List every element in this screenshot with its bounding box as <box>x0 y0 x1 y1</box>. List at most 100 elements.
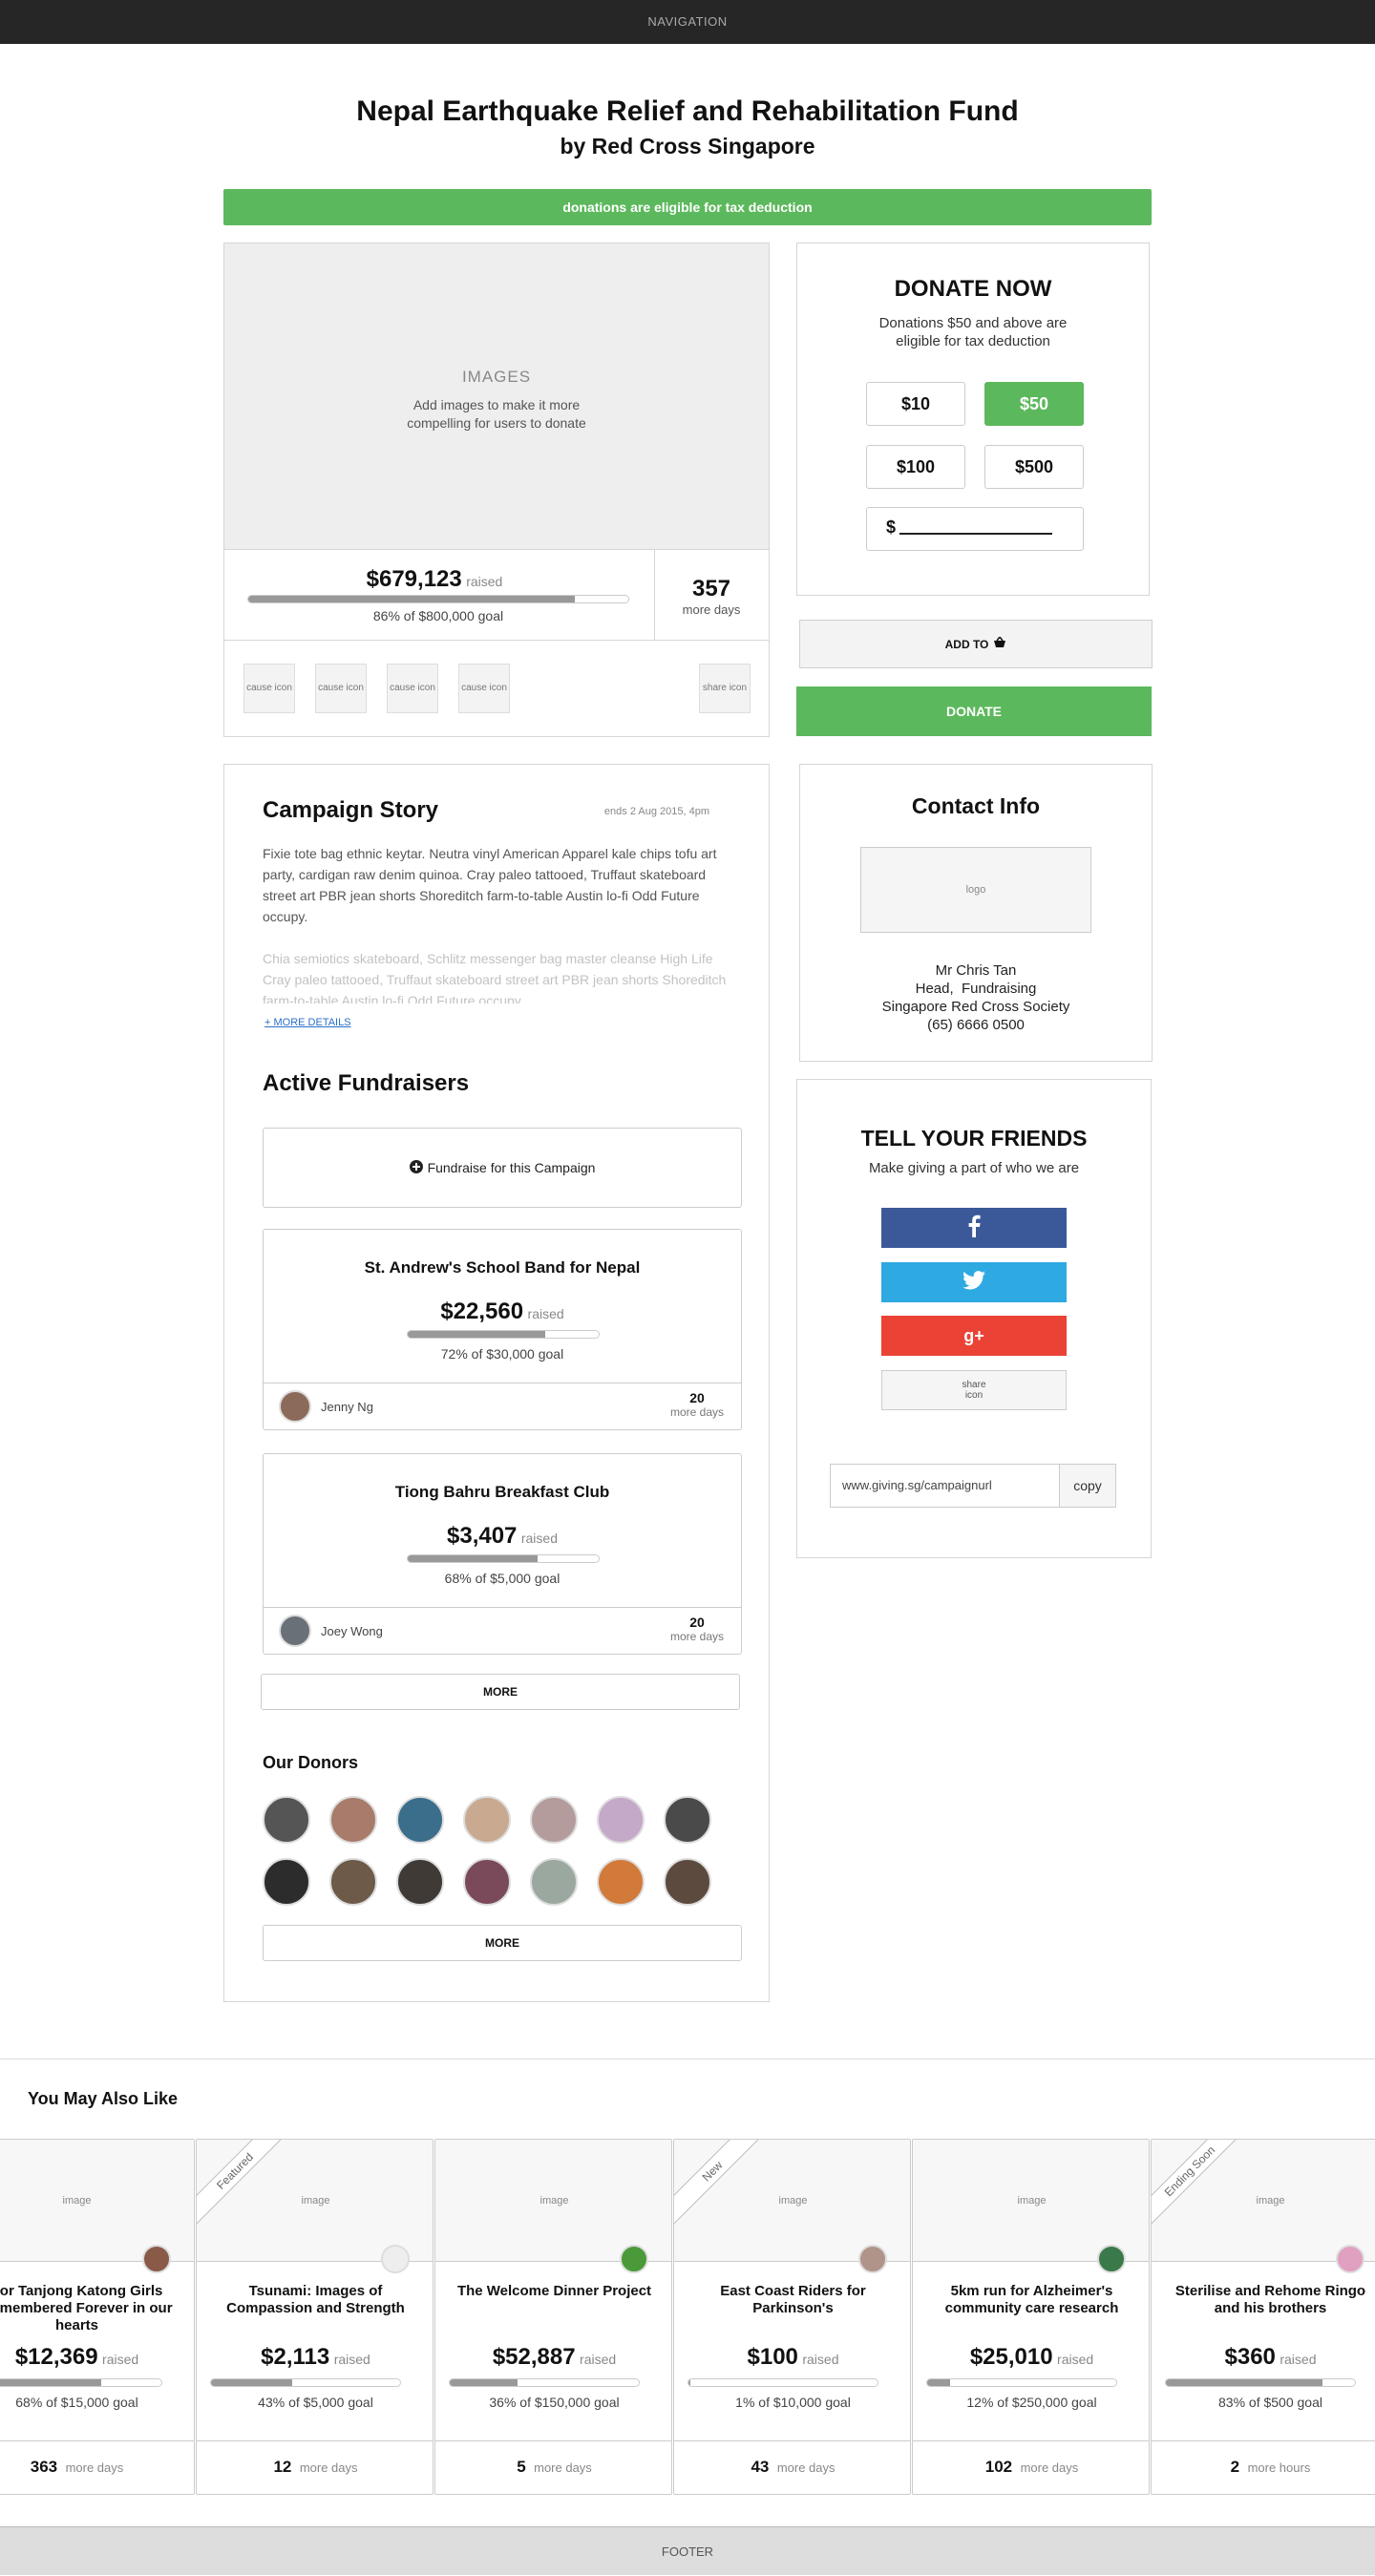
more-details-link[interactable]: + MORE DETAILS <box>264 1017 351 1028</box>
fundraiser-owner-name[interactable]: Joey Wong <box>321 1624 383 1638</box>
related-campaign-image[interactable]: image <box>913 2140 1149 2262</box>
donor-avatar[interactable] <box>597 1858 645 1906</box>
fundraiser-goal-text: 68% of $5,000 goal <box>444 1571 561 1586</box>
related-raised-amount: $2,113 <box>261 2344 330 2370</box>
share-panel: TELL YOUR FRIENDS Make giving a part of … <box>796 1079 1152 1558</box>
fundraiser-owner-avatar[interactable] <box>279 1390 311 1423</box>
amount-button-100[interactable]: $100 <box>866 445 965 489</box>
donate-button[interactable]: DONATE <box>796 686 1152 736</box>
related-count-label: more days <box>776 2460 836 2475</box>
fundraiser-card[interactable]: St. Andrew's School Band for Nepal $22,5… <box>263 1229 742 1430</box>
related-count: 12 <box>273 2458 292 2476</box>
contact-info-title: Contact Info <box>911 793 1041 818</box>
cause-icon-4[interactable]: cause icon <box>458 664 510 713</box>
fundraiser-raised-amount: $22,560 <box>440 1299 524 1324</box>
image-label: image <box>778 2194 808 2206</box>
related-campaign-card[interactable]: image Featured Tsunami: Images of Compas… <box>196 2139 434 2495</box>
donor-avatar[interactable] <box>664 1796 711 1844</box>
cause-icon-1[interactable]: cause icon <box>243 664 295 713</box>
related-campaign-image[interactable]: image <box>435 2140 671 2262</box>
image-label: image <box>539 2194 569 2206</box>
donor-avatar[interactable] <box>263 1796 310 1844</box>
share-icon-button[interactable]: share icon <box>881 1370 1067 1410</box>
related-campaign-card[interactable]: image The Welcome Dinner Project $52,887… <box>434 2139 672 2495</box>
donor-avatar[interactable] <box>329 1796 377 1844</box>
more-fundraisers-button[interactable]: MORE <box>261 1674 740 1710</box>
related-raised-label: raised <box>1057 2352 1094 2367</box>
related-campaign-card[interactable]: image 5km run for Alzheimer's community … <box>912 2139 1150 2495</box>
basket-icon <box>993 635 1006 651</box>
related-count: 363 <box>30 2458 58 2476</box>
donor-avatar[interactable] <box>396 1796 444 1844</box>
donor-avatar[interactable] <box>263 1858 310 1906</box>
related-campaign-image[interactable]: image <box>1152 2140 1375 2262</box>
twitter-share-button[interactable] <box>881 1262 1067 1302</box>
related-count-label: more days <box>534 2460 592 2475</box>
related-campaign-avatar[interactable] <box>142 2245 171 2273</box>
custom-amount-input[interactable]: $ <box>866 507 1084 551</box>
campaign-progress-bar <box>247 595 629 603</box>
related-goal-text: 68% of $15,000 goal <box>15 2395 138 2410</box>
donor-avatar[interactable] <box>530 1858 578 1906</box>
related-campaign-title[interactable]: The Welcome Dinner Project <box>445 2283 664 2300</box>
donor-avatar[interactable] <box>664 1858 711 1906</box>
cause-icon-3[interactable]: cause icon <box>387 664 438 713</box>
fundraiser-card[interactable]: Tiong Bahru Breakfast Club $3,407 raised… <box>263 1453 742 1655</box>
related-campaign-title[interactable]: Sterilise and Rehome Ringo and his broth… <box>1161 2283 1375 2317</box>
related-campaign-title[interactable]: Tsunami: Images of Compassion and Streng… <box>206 2283 425 2317</box>
related-campaign-title[interactable]: For Tanjong Katong Girls Remembered Fore… <box>0 2283 186 2334</box>
fundraise-for-campaign-button[interactable]: Fundraise for this Campaign <box>263 1128 742 1208</box>
google-plus-icon: g+ <box>963 1325 984 1345</box>
contact-phone[interactable]: (65) 6666 0500 <box>800 1016 1152 1034</box>
related-campaign-avatar[interactable] <box>1336 2245 1364 2273</box>
donor-avatar[interactable] <box>463 1796 511 1844</box>
campaign-images-placeholder[interactable]: IMAGES Add images to make it more compel… <box>224 243 769 549</box>
related-count-label: more days <box>65 2460 124 2475</box>
google-plus-share-button[interactable]: g+ <box>881 1316 1067 1356</box>
related-count: 2 <box>1230 2458 1240 2476</box>
donor-avatar[interactable] <box>530 1796 578 1844</box>
related-campaign-card[interactable]: image For Tanjong Katong Girls Remembere… <box>0 2139 195 2495</box>
amount-button-500[interactable]: $500 <box>984 445 1084 489</box>
navigation-bar[interactable]: NAVIGATION <box>0 0 1375 44</box>
related-campaign-title[interactable]: East Coast Riders for Parkinson's <box>684 2283 902 2317</box>
donor-avatar[interactable] <box>597 1796 645 1844</box>
add-to-basket-button[interactable]: ADD TO <box>799 620 1153 668</box>
days-label: more days <box>682 602 741 617</box>
copy-url-button[interactable]: copy <box>1059 1464 1116 1508</box>
related-campaign-avatar[interactable] <box>858 2245 887 2273</box>
related-campaign-card[interactable]: image New East Coast Riders for Parkinso… <box>673 2139 911 2495</box>
related-count: 102 <box>984 2458 1013 2476</box>
facebook-icon <box>967 1214 981 1242</box>
fundraiser-owner-avatar[interactable] <box>279 1615 311 1647</box>
donor-avatar[interactable] <box>463 1858 511 1906</box>
campaign-end-date: ends 2 Aug 2015, 4pm <box>603 806 709 817</box>
related-campaign-avatar[interactable] <box>381 2245 410 2273</box>
footer[interactable]: FOOTER <box>0 2526 1375 2575</box>
related-campaign-card[interactable]: image Ending Soon Sterilise and Rehome R… <box>1151 2139 1375 2495</box>
campaign-url-field[interactable]: www.giving.sg/campaignurl <box>830 1464 1059 1508</box>
facebook-share-button[interactable] <box>881 1208 1067 1248</box>
share-icon[interactable]: share icon <box>699 664 751 713</box>
related-progress-bar <box>210 2378 401 2387</box>
contact-organization: Singapore Red Cross Society <box>881 999 1070 1015</box>
related-campaign-avatar[interactable] <box>1097 2245 1126 2273</box>
organization-logo: logo <box>860 847 1091 933</box>
donor-avatar[interactable] <box>329 1858 377 1906</box>
fundraiser-raised-amount: $3,407 <box>447 1523 518 1549</box>
related-goal-text: 36% of $150,000 goal <box>489 2395 620 2410</box>
cause-icon-2[interactable]: cause icon <box>315 664 367 713</box>
related-raised-label: raised <box>102 2352 139 2367</box>
related-campaign-image[interactable]: image <box>0 2140 194 2262</box>
related-campaign-title[interactable]: 5km run for Alzheimer's community care r… <box>922 2283 1141 2317</box>
more-donors-button[interactable]: MORE <box>263 1925 742 1961</box>
related-campaigns-row: image For Tanjong Katong Girls Remembere… <box>0 2139 1375 2497</box>
donor-avatar[interactable] <box>396 1858 444 1906</box>
add-to-label: ADD TO <box>944 637 989 651</box>
amount-button-50[interactable]: $50 <box>984 382 1084 426</box>
fundraiser-owner-name[interactable]: Jenny Ng <box>321 1400 373 1414</box>
related-campaign-avatar[interactable] <box>620 2245 648 2273</box>
amount-button-10[interactable]: $10 <box>866 382 965 426</box>
fundraiser-days-count: 20 <box>689 1615 705 1630</box>
related-progress-bar <box>688 2378 878 2387</box>
